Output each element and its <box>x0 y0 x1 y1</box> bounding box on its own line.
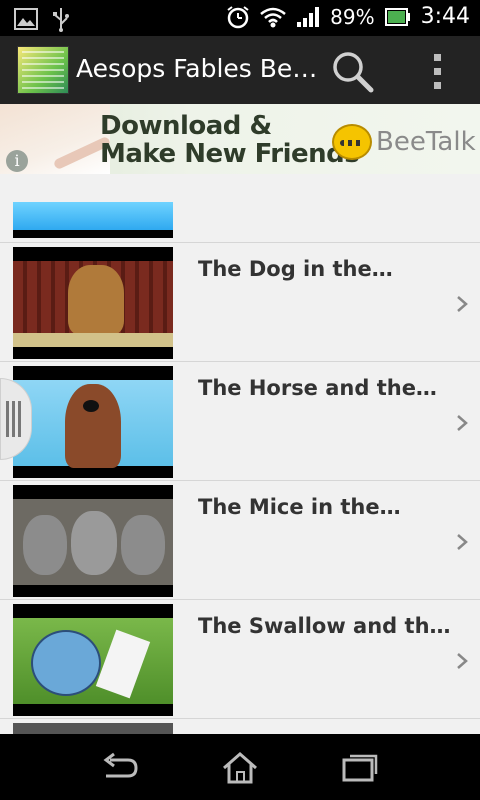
list-item[interactable]: The Horse and the… <box>0 361 480 480</box>
chevron-right-icon <box>457 534 468 550</box>
ad-brand-name: BeeTalk <box>376 127 476 157</box>
ad-brand-logo: BeeTalk <box>332 124 476 160</box>
back-icon <box>103 752 138 778</box>
video-title: The Horse and the… <box>198 376 437 400</box>
recent-apps-icon <box>342 754 378 782</box>
navigation-bar <box>0 734 480 800</box>
overflow-menu-icon <box>434 54 441 61</box>
list-item-partial-thumbnail[interactable] <box>13 202 173 238</box>
ad-info-icon[interactable]: i <box>6 150 28 172</box>
home-button[interactable] <box>218 750 262 784</box>
overflow-menu-button[interactable] <box>426 52 448 92</box>
status-bar: 89% 3:44 <box>0 0 480 36</box>
action-bar: Aesops Fables Be… <box>0 36 480 104</box>
bee-logo-icon <box>332 124 372 160</box>
video-title: The Dog in the… <box>198 257 393 281</box>
recent-apps-button[interactable] <box>338 750 382 784</box>
ad-headline: Download & Make New Friends <box>100 111 360 169</box>
video-thumbnail <box>13 604 173 716</box>
video-title: The Swallow and th… <box>198 614 451 638</box>
chevron-right-icon <box>457 653 468 669</box>
list-item[interactable]: The Dog in the… <box>0 242 480 361</box>
wifi-icon <box>260 7 286 27</box>
search-icon <box>333 52 374 93</box>
signal-icon <box>297 6 320 27</box>
video-thumbnail <box>13 366 173 478</box>
battery-percent: 89% <box>330 4 375 29</box>
usb-icon <box>53 8 69 32</box>
video-thumbnail <box>13 485 173 597</box>
alarm-icon <box>227 5 249 28</box>
image-icon <box>14 8 38 30</box>
chevron-right-icon <box>457 296 468 312</box>
list-item[interactable]: The Swallow and th… <box>0 599 480 718</box>
home-icon <box>223 752 257 784</box>
search-button[interactable] <box>330 50 376 94</box>
list-item[interactable]: The Mice in the… <box>0 480 480 599</box>
chevron-right-icon <box>457 415 468 431</box>
list-item[interactable] <box>0 718 480 734</box>
app-icon[interactable] <box>17 46 69 94</box>
app-title: Aesops Fables Be… <box>76 54 318 83</box>
video-list[interactable]: The Dog in the… The Horse and the… The M… <box>0 174 480 734</box>
video-title: The Mice in the… <box>198 495 401 519</box>
battery-icon <box>384 7 410 26</box>
video-thumbnail <box>13 723 173 734</box>
clock: 3:44 <box>420 4 470 29</box>
video-thumbnail <box>13 247 173 359</box>
ad-banner[interactable]: Download & Make New Friends BeeTalk i <box>0 104 480 174</box>
back-button[interactable] <box>98 750 142 784</box>
